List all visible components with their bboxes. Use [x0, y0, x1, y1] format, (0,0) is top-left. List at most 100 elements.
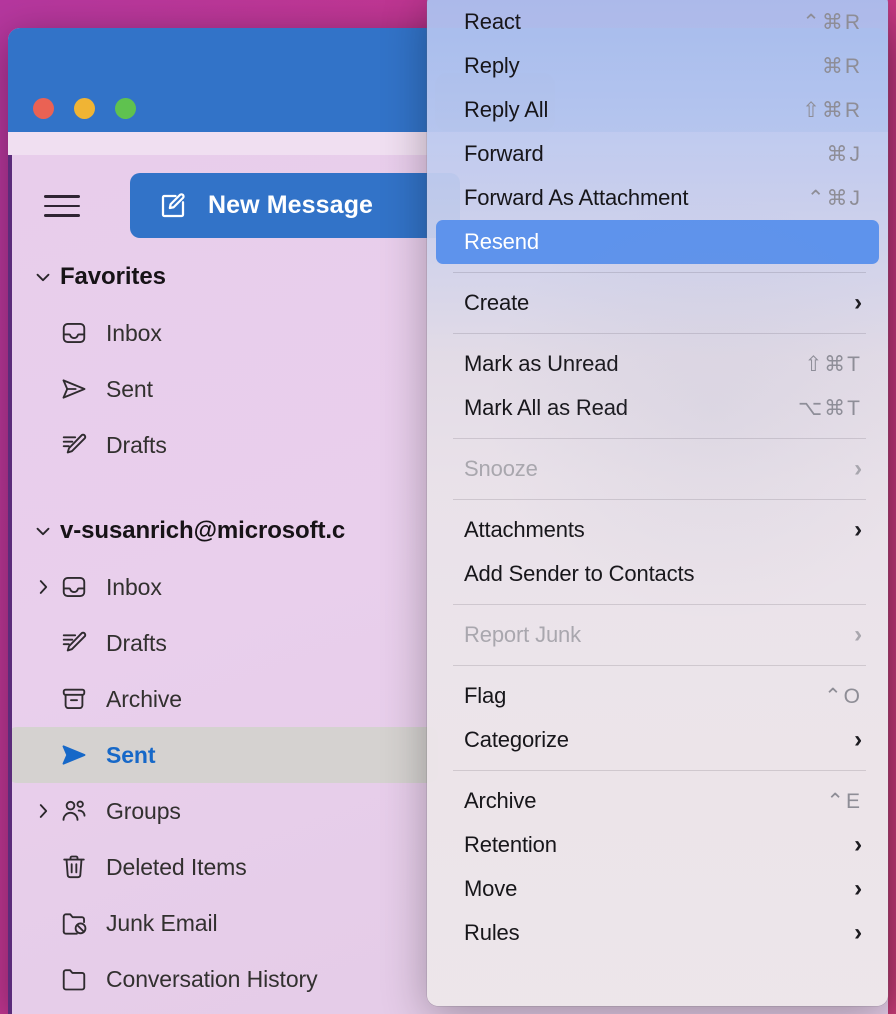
menu-item-forward-as-attachment[interactable]: Forward As Attachment ⌃⌘J: [436, 176, 879, 220]
menu-item-label: Archive: [464, 788, 537, 813]
chevron-down-icon[interactable]: [26, 520, 60, 542]
menu-item-label: Snooze: [464, 456, 538, 481]
minimize-window-button[interactable]: [74, 98, 95, 119]
menu-item-add-sender-to-contacts[interactable]: Add Sender to Contacts: [436, 552, 879, 596]
chevron-right-icon: ›: [854, 831, 862, 858]
menu-item-shortcut: ⌘R: [821, 54, 862, 78]
menu-separator: [453, 604, 866, 605]
sidebar-left-edge: [8, 155, 12, 1014]
chevron-right-icon: ›: [854, 875, 862, 902]
menu-item-label: Resend: [464, 229, 539, 254]
inbox-icon: [60, 319, 106, 347]
menu-item-label: Forward: [464, 141, 544, 166]
folder-section-title: Favorites: [60, 263, 166, 290]
chevron-right-icon: ›: [854, 455, 862, 482]
message-context-menu[interactable]: React ⌃⌘R Reply ⌘R Reply All ⇧⌘R Forward ⌘J Forw…: [427, 0, 888, 1006]
sidebar-item-label: Sent: [106, 741, 156, 768]
menu-item-label: Mark All as Read: [464, 395, 628, 420]
chevron-down-icon[interactable]: [26, 266, 60, 288]
menu-item-attachments[interactable]: Attachments ›: [436, 508, 879, 552]
menu-separator: [453, 272, 866, 273]
close-window-button[interactable]: [33, 98, 54, 119]
menu-item-label: Flag: [464, 683, 507, 708]
trash-icon: [60, 853, 106, 881]
compose-icon: [158, 191, 188, 221]
sidebar-item-label: Drafts: [106, 431, 167, 458]
menu-item-snooze: Snooze ›: [436, 447, 879, 491]
groups-icon: [60, 797, 106, 825]
menu-item-shortcut: ⌃⌘R: [802, 10, 862, 34]
maximize-window-button[interactable]: [115, 98, 136, 119]
drafts-icon: [60, 629, 106, 657]
menu-item-resend[interactable]: Resend: [436, 220, 879, 264]
archive-icon: [60, 685, 106, 713]
folder-icon: [60, 965, 106, 993]
menu-item-forward[interactable]: Forward ⌘J: [436, 132, 879, 176]
menu-item-mark-all-as-read[interactable]: Mark All as Read ⌥⌘T: [436, 386, 879, 430]
chevron-right-icon: ›: [854, 919, 862, 946]
sidebar-item-label: Conversation History: [106, 965, 318, 992]
menu-item-report-junk: Report Junk ›: [436, 613, 879, 657]
menu-item-rules[interactable]: Rules ›: [436, 911, 879, 955]
new-message-button[interactable]: New Message: [130, 173, 460, 238]
menu-item-label: Attachments: [464, 517, 585, 542]
sidebar-item-label: Inbox: [106, 319, 162, 346]
menu-item-shortcut: ⌥⌘T: [797, 396, 862, 420]
menu-item-label: Forward As Attachment: [464, 185, 689, 210]
menu-item-label: Mark as Unread: [464, 351, 619, 376]
menu-item-shortcut: ⇧⌘R: [802, 98, 862, 122]
menu-separator: [453, 499, 866, 500]
sidebar-item-label: Inbox: [106, 573, 162, 600]
menu-item-shortcut: ⌃O: [824, 684, 862, 708]
sent-icon: [60, 375, 106, 403]
sidebar-item-label: Groups: [106, 797, 181, 824]
menu-item-move[interactable]: Move ›: [436, 867, 879, 911]
chevron-right-icon: ›: [854, 516, 862, 543]
sidebar-item-sent[interactable]: Sent: [8, 727, 438, 783]
menu-item-archive[interactable]: Archive ⌃E: [436, 779, 879, 823]
menu-item-flag[interactable]: Flag ⌃O: [436, 674, 879, 718]
chevron-right-icon: ›: [854, 621, 862, 648]
hamburger-menu-icon[interactable]: [44, 195, 80, 217]
menu-item-label: Reply: [464, 53, 520, 78]
chevron-right-icon: ›: [854, 289, 862, 316]
sidebar-item-label: Deleted Items: [106, 853, 247, 880]
menu-item-label: React: [464, 9, 521, 34]
window-controls[interactable]: [33, 98, 136, 119]
menu-item-label: Rules: [464, 920, 520, 945]
sidebar-item-label: Archive: [106, 685, 182, 712]
chevron-right-icon[interactable]: [26, 800, 60, 822]
new-message-label: New Message: [208, 191, 374, 219]
junk-icon: [60, 909, 106, 937]
menu-item-label: Reply All: [464, 97, 549, 122]
menu-item-shortcut: ⌃E: [826, 789, 862, 813]
inbox-icon: [60, 573, 106, 601]
menu-item-label: Report Junk: [464, 622, 581, 647]
menu-item-mark-as-unread[interactable]: Mark as Unread ⇧⌘T: [436, 342, 879, 386]
sidebar-item-label: Sent: [106, 375, 153, 402]
menu-item-react[interactable]: React ⌃⌘R: [436, 0, 879, 44]
menu-item-label: Move: [464, 876, 518, 901]
menu-item-create[interactable]: Create ›: [436, 281, 879, 325]
folder-section-title: v-susanrich@microsoft.c: [60, 517, 346, 544]
menu-separator: [453, 333, 866, 334]
menu-item-categorize[interactable]: Categorize ›: [436, 718, 879, 762]
menu-item-reply[interactable]: Reply ⌘R: [436, 44, 879, 88]
menu-item-shortcut: ⇧⌘T: [804, 352, 862, 376]
menu-item-reply-all[interactable]: Reply All ⇧⌘R: [436, 88, 879, 132]
menu-item-label: Add Sender to Contacts: [464, 561, 695, 586]
menu-separator: [453, 770, 866, 771]
chevron-right-icon[interactable]: [26, 576, 60, 598]
sidebar-item-label: Junk Email: [106, 909, 218, 936]
menu-item-label: Create: [464, 290, 530, 315]
drafts-icon: [60, 431, 106, 459]
menu-item-retention[interactable]: Retention ›: [436, 823, 879, 867]
menu-separator: [453, 665, 866, 666]
sidebar-item-label: Drafts: [106, 629, 167, 656]
menu-item-label: Categorize: [464, 727, 569, 752]
menu-item-shortcut: ⌃⌘J: [806, 186, 862, 210]
chevron-right-icon: ›: [854, 726, 862, 753]
menu-item-shortcut: ⌘J: [826, 142, 862, 166]
menu-separator: [453, 438, 866, 439]
menu-item-label: Retention: [464, 832, 557, 857]
